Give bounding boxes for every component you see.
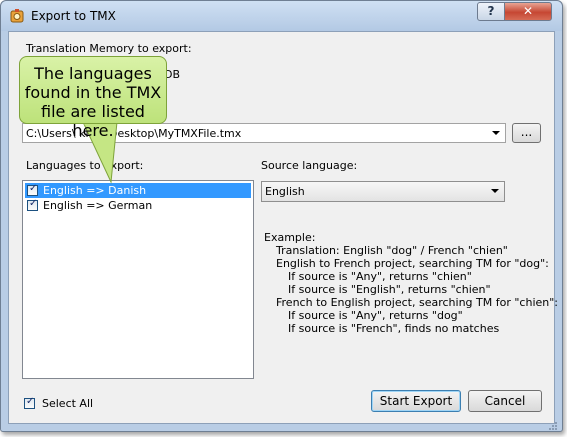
start-export-button[interactable]: Start Export <box>371 390 461 412</box>
chevron-down-icon[interactable] <box>492 131 500 135</box>
cancel-button[interactable]: Cancel <box>468 390 542 412</box>
title-bar: Export to TMX ? ✕ <box>1 1 562 31</box>
language-item-label: English => Danish <box>43 184 147 197</box>
example-line: Translation: English "dog" / French "chi… <box>276 244 508 257</box>
select-all-label: Select All <box>42 397 94 410</box>
callout-line: found in the TMX <box>24 83 162 102</box>
languages-listbox[interactable]: ✓ English => Danish ✓ English => German <box>22 180 254 379</box>
example-line: French to English project, searching TM … <box>276 296 559 309</box>
example-line: English to French project, searching TM … <box>276 257 549 270</box>
source-language-select[interactable]: English <box>261 181 505 202</box>
language-item-label: English => German <box>43 199 153 212</box>
help-callout: The languages found in the TMX file are … <box>19 56 167 140</box>
help-button[interactable]: ? <box>477 2 505 21</box>
callout-line: file are listed here. <box>41 102 145 140</box>
callout-line: The languages <box>34 64 152 83</box>
window-title: Export to TMX <box>31 9 116 23</box>
chevron-down-icon[interactable] <box>491 189 499 193</box>
select-all-checkbox[interactable]: ✓ Select All <box>24 396 104 412</box>
language-item-english-danish[interactable]: ✓ English => Danish <box>25 183 251 198</box>
resize-grip-icon[interactable] <box>546 419 558 431</box>
example-heading: Example: <box>264 231 316 244</box>
browse-button[interactable]: ... <box>512 123 541 143</box>
example-line: If source is "Any", returns "chien" <box>288 270 472 283</box>
example-line: If source is "Any", returns "dog" <box>288 309 463 322</box>
app-logo-icon <box>10 9 24 23</box>
language-checkbox-english-danish[interactable]: ✓ <box>27 183 38 196</box>
close-button[interactable]: ✕ <box>504 2 552 21</box>
source-language-label: Source language: <box>261 159 358 172</box>
tm-to-export-label: Translation Memory to export: <box>26 42 192 55</box>
language-checkbox-english-german[interactable]: ✓ <box>27 198 38 211</box>
example-line: If source is "English", returns "chien" <box>288 283 491 296</box>
source-language-value: English <box>265 185 305 198</box>
example-line: If source is "French", finds no matches <box>288 322 500 335</box>
export-tmx-dialog: Export to TMX ? ✕ Translation Memory to … <box>0 0 563 432</box>
select-all-check[interactable]: ✓ <box>24 396 35 409</box>
language-item-english-german[interactable]: ✓ English => German <box>25 198 251 213</box>
